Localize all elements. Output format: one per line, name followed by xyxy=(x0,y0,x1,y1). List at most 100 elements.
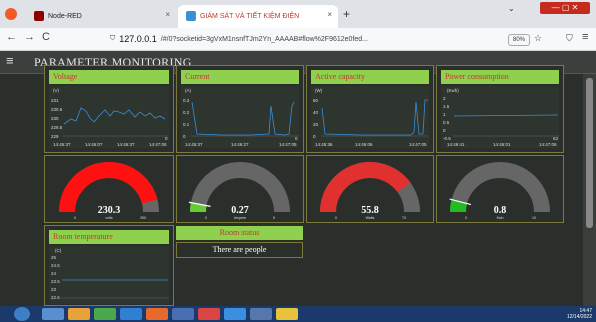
file-explorer-icon[interactable] xyxy=(42,308,64,320)
power-consumption-chart-title: Power consumption xyxy=(441,70,559,84)
hamburger-menu-icon[interactable]: ≡ xyxy=(6,53,14,68)
system-clock[interactable]: 14:47 12/14/2022 xyxy=(567,308,592,320)
close-tab-icon[interactable]: × xyxy=(165,10,170,19)
active-capacity-chart-svg: (W) 60 40 20 0 14:45:36 14:46:06 14:47:0… xyxy=(313,88,429,147)
voltage-gauge-svg: 230.3 volts 0 250 xyxy=(59,162,159,220)
power-consumption-gauge-unit: Kwh xyxy=(497,216,504,220)
tab-node-red[interactable]: Node-RED × xyxy=(26,5,176,28)
voltage-series-line xyxy=(63,107,166,125)
power-consumption-chart-group: Power consumption (Kwh) 2 1.5 1 0.5 0 -0… xyxy=(436,65,564,153)
active-capacity-chart-group: Active capacity (W) 60 40 20 0 14:45:36 … xyxy=(306,65,434,153)
active-capacity-chart-title: Active capacity xyxy=(311,70,429,84)
active-capacity-ytick: 40 xyxy=(313,110,319,115)
active-capacity-xtick: 14:47:05 xyxy=(409,142,427,147)
active-capacity-gauge-svg: 55.8 Watts 0 70 xyxy=(320,162,420,220)
voltage-chart-group: Voltage (V) 231 230.5 230 229.5 229 0 14… xyxy=(44,65,174,153)
room-temperature-chart-svg: (C) 25 24.5 24 23.5 23 22.5 xyxy=(51,248,169,300)
bookmark-star-icon[interactable]: ☆ xyxy=(534,33,542,44)
active-capacity-unit-label: (W) xyxy=(315,88,323,93)
active-capacity-series-line xyxy=(321,99,428,136)
dashboard-favicon-icon xyxy=(186,11,196,21)
current-gauge-min: 0 xyxy=(205,216,207,220)
voltage-ytick: 229 xyxy=(51,134,59,139)
back-button[interactable]: ← xyxy=(6,31,17,43)
current-chart: (A) 0.3 0.2 0.1 0 0 14:45:37 14:46:27 14… xyxy=(181,86,299,148)
start-button[interactable] xyxy=(14,307,30,321)
address-bar[interactable]: ⛉ 127.0.0.1 /#/0?socketid=3gVxM1nsnfTJm2… xyxy=(110,31,490,47)
zoom-level[interactable]: 80% xyxy=(508,34,530,46)
app-icon[interactable] xyxy=(276,308,298,320)
power-consumption-ytick: 1 xyxy=(443,112,446,117)
gauge-fill xyxy=(189,202,207,213)
voltage-gauge-max: 250 xyxy=(140,216,146,220)
power-consumption-unit-label: (Kwh) xyxy=(447,88,459,93)
tab-label: Node-RED xyxy=(48,13,82,20)
word-icon[interactable] xyxy=(172,308,194,320)
voltage-unit-label: (V) xyxy=(53,88,60,93)
room-temperature-ytick: 24 xyxy=(51,271,57,276)
active-capacity-ytick: 0 xyxy=(313,134,316,139)
app-icon[interactable] xyxy=(94,308,116,320)
power-consumption-series-line xyxy=(453,114,559,117)
tab-dashboard[interactable]: GIÁM SÁT VÀ TIẾT KIỆM ĐIỆN × xyxy=(178,5,338,28)
power-consumption-chart-svg: (Kwh) 2 1.5 1 0.5 0 -0.5 63 14:46:41 14:… xyxy=(443,88,559,147)
room-status-title: Room status xyxy=(176,226,303,240)
room-temperature-chart-title: Room temperature xyxy=(49,230,169,244)
power-consumption-end-label: 63 xyxy=(553,136,559,141)
room-temperature-ytick: 22.5 xyxy=(51,295,60,300)
power-consumption-gauge-svg: 0.8 Kwh 0 10 xyxy=(449,162,550,220)
voltage-xtick: 14:45:37 xyxy=(53,142,71,147)
browser-tab-bar: Node-RED × GIÁM SÁT VÀ TIẾT KIỆM ĐIỆN × … xyxy=(0,0,596,28)
node-red-favicon-icon xyxy=(34,11,44,21)
firefox-taskbar-icon[interactable] xyxy=(146,308,168,320)
current-gauge-value: 0.27 xyxy=(231,205,249,216)
chrome-icon[interactable] xyxy=(68,308,90,320)
room-temperature-ytick: 23 xyxy=(51,287,57,292)
current-chart-title: Current xyxy=(181,70,299,84)
firefox-menu-icon[interactable] xyxy=(5,8,17,20)
current-ytick: 0 xyxy=(183,134,186,139)
current-xtick: 14:46:27 xyxy=(231,142,249,147)
app-icon[interactable] xyxy=(198,308,220,320)
current-xtick: 14:45:37 xyxy=(185,142,203,147)
current-end-label: 0 xyxy=(295,136,298,141)
active-capacity-xtick: 14:46:06 xyxy=(355,142,373,147)
room-temperature-chart: (C) 25 24.5 24 23.5 23 22.5 xyxy=(49,246,169,304)
voltage-end-label: 0 xyxy=(165,136,168,141)
voltage-chart-svg: (V) 231 230.5 230 229.5 229 0 14:45:37 1… xyxy=(51,88,169,147)
clock-date: 12/14/2022 xyxy=(566,314,592,320)
power-consumption-ytick: 1.5 xyxy=(443,104,450,109)
voltage-ytick: 229.5 xyxy=(51,125,63,130)
window-controls[interactable]: — ▢ ✕ xyxy=(540,2,590,14)
room-temperature-unit-label: (C) xyxy=(55,248,62,253)
active-capacity-chart: (W) 60 40 20 0 14:45:36 14:46:06 14:47:0… xyxy=(311,86,429,148)
shield-extension-icon[interactable]: ⛉ xyxy=(566,33,573,44)
room-temperature-ytick: 25 xyxy=(51,255,57,260)
tab-list-icon[interactable]: ⌄ xyxy=(508,4,515,13)
current-ytick: 0.2 xyxy=(183,110,190,115)
voltage-gauge-value: 230.3 xyxy=(98,205,121,216)
app-menu-icon[interactable]: ≡ xyxy=(582,31,588,43)
reload-button[interactable]: C xyxy=(42,31,50,43)
power-consumption-ytick: 0 xyxy=(443,128,446,133)
active-capacity-gauge-unit: Watts xyxy=(366,216,375,220)
vs-icon[interactable] xyxy=(250,308,272,320)
power-consumption-xtick: 14:46:41 xyxy=(447,142,465,147)
scrollbar-thumb[interactable] xyxy=(586,78,593,228)
current-gauge-svg: 0.27 Ampere 0 5 xyxy=(188,162,290,220)
new-tab-button[interactable]: + xyxy=(343,7,350,21)
power-consumption-ytick: -0.5 xyxy=(443,136,451,141)
voltage-chart: (V) 231 230.5 230 229.5 229 0 14:45:37 1… xyxy=(49,86,169,148)
forward-button[interactable]: → xyxy=(24,31,35,43)
zalo-icon[interactable] xyxy=(224,308,246,320)
edge-icon[interactable] xyxy=(120,308,142,320)
room-temperature-ytick: 23.5 xyxy=(51,279,60,284)
voltage-ytick: 230.5 xyxy=(51,107,63,112)
windows-taskbar: 14:47 12/14/2022 xyxy=(0,306,596,322)
voltage-ytick: 231 xyxy=(51,98,59,103)
vertical-scrollbar[interactable] xyxy=(583,74,596,306)
close-tab-icon[interactable]: × xyxy=(327,10,332,19)
active-capacity-gauge-value: 55.8 xyxy=(361,205,379,216)
active-capacity-ytick: 20 xyxy=(313,122,319,127)
voltage-xtick: 14:46:37 xyxy=(117,142,135,147)
